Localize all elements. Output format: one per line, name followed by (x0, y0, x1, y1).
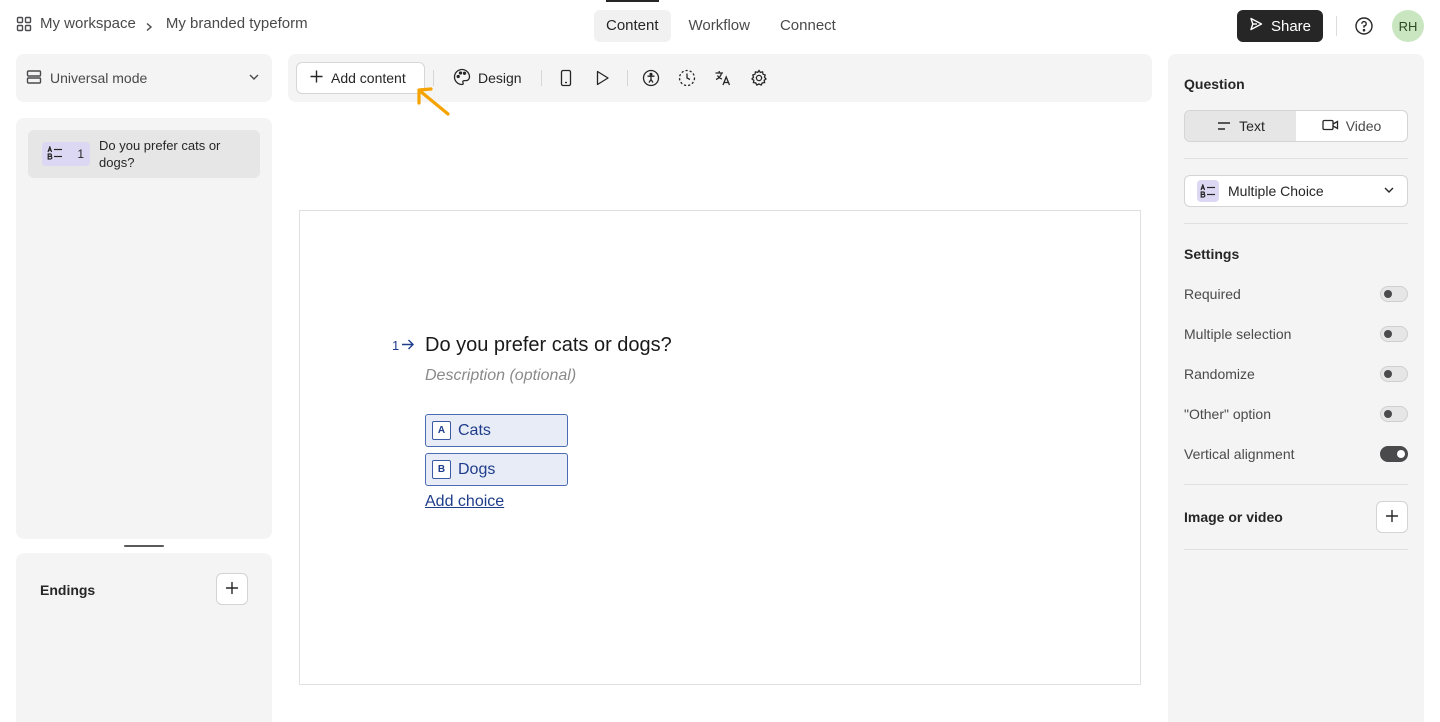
add-ending-button[interactable] (216, 573, 248, 605)
breadcrumb: My workspace My branded typeform (16, 15, 308, 32)
design-label: Design (478, 70, 522, 86)
other-option-toggle[interactable] (1380, 406, 1408, 422)
image-or-video-label: Image or video (1184, 509, 1283, 525)
setting-label: "Other" option (1184, 406, 1271, 422)
format-option-label: Video (1345, 118, 1382, 134)
tab-content[interactable]: Content (594, 0, 671, 42)
breadcrumb-workspace[interactable]: My workspace (40, 15, 136, 32)
chevron-down-icon (1383, 183, 1395, 199)
mode-label: Universal mode (50, 70, 148, 86)
add-image-or-video-button[interactable] (1376, 501, 1408, 533)
randomize-toggle[interactable] (1380, 366, 1408, 382)
mobile-preview-icon[interactable] (557, 69, 575, 87)
endings-title: Endings (40, 582, 96, 598)
panel-resize-handle[interactable] (124, 545, 164, 547)
send-icon (1249, 17, 1263, 35)
choice-option[interactable]: B Dogs (425, 453, 568, 486)
format-option-video[interactable]: Video (1296, 111, 1407, 141)
chevron-right-icon (144, 19, 154, 31)
question-list-label: Do you prefer cats or dogs? (99, 138, 221, 170)
setting-label: Required (1184, 286, 1241, 302)
add-choice-link[interactable]: Add choice (425, 493, 504, 511)
toolbar-divider (627, 70, 628, 86)
form-canvas (299, 210, 1141, 685)
question-type-badge: 1 (42, 142, 90, 166)
question-description-input[interactable]: Description (optional) (425, 367, 576, 385)
setting-randomize: Randomize (1184, 364, 1408, 384)
setting-label: Randomize (1184, 366, 1255, 382)
question-list-item[interactable]: 1 Do you prefer cats or dogs? (28, 130, 260, 178)
design-button[interactable]: Design (453, 62, 522, 94)
apps-grid-icon[interactable] (16, 16, 32, 32)
add-content-button[interactable]: Add content (296, 62, 425, 94)
panel-divider (1184, 158, 1408, 159)
toolbar-divider (541, 70, 542, 86)
question-number-indicator: 1 (392, 338, 415, 353)
share-button[interactable]: Share (1237, 10, 1323, 42)
avatar[interactable]: RH (1392, 10, 1424, 42)
required-toggle[interactable] (1380, 286, 1408, 302)
setting-other-option: "Other" option (1184, 404, 1408, 424)
chevron-down-icon (248, 70, 260, 86)
choice-label: Dogs (458, 460, 496, 478)
layout-icon (26, 69, 42, 88)
setting-label: Multiple selection (1184, 326, 1292, 342)
canvas-question-number: 1 (392, 338, 400, 353)
accessibility-icon[interactable] (642, 69, 660, 87)
choice-option[interactable]: A Cats (425, 414, 568, 447)
multiple-selection-toggle[interactable] (1380, 326, 1408, 342)
text-lines-icon (1216, 118, 1232, 134)
panel-divider (1184, 549, 1408, 550)
breadcrumb-form-name[interactable]: My branded typeform (166, 15, 308, 32)
choice-label: Cats (458, 421, 491, 439)
loading-icon[interactable] (678, 69, 696, 87)
plus-icon (310, 70, 323, 86)
video-camera-icon (1322, 118, 1339, 134)
question-format-toggle: Text Video (1184, 110, 1408, 142)
multiple-choice-icon (1197, 180, 1219, 202)
choice-key: B (432, 460, 451, 479)
translate-icon[interactable] (714, 69, 732, 87)
panel-divider (1184, 484, 1408, 485)
top-bar: My workspace My branded typeform Content… (0, 0, 1440, 52)
tab-workflow[interactable]: Workflow (677, 10, 762, 42)
format-option-text[interactable]: Text (1185, 111, 1296, 141)
question-type-select[interactable]: Multiple Choice (1184, 175, 1408, 207)
share-label: Share (1270, 17, 1312, 35)
multiple-choice-icon (47, 144, 63, 163)
play-icon[interactable] (593, 69, 611, 87)
question-type-label: Multiple Choice (1228, 183, 1324, 199)
question-title-input[interactable]: Do you prefer cats or dogs? (425, 334, 672, 357)
endings-panel: Endings (16, 553, 272, 722)
format-option-label: Text (1239, 118, 1265, 134)
add-content-label: Add content (331, 70, 406, 86)
plus-icon (225, 581, 239, 598)
gear-icon[interactable] (750, 69, 768, 87)
panel-divider (1184, 223, 1408, 224)
question-settings-panel: Question Text Video Multiple Choice Sett… (1168, 54, 1424, 722)
vertical-alignment-toggle[interactable] (1380, 446, 1408, 462)
arrow-right-icon (401, 338, 415, 353)
annotation-arrow-icon (417, 87, 450, 116)
header-divider (1336, 16, 1337, 36)
settings-heading: Settings (1184, 246, 1240, 262)
main-nav-tabs: Content Workflow Connect (594, 0, 848, 42)
tab-connect[interactable]: Connect (768, 10, 848, 42)
help-icon[interactable] (1354, 16, 1374, 36)
setting-multiple-selection: Multiple selection (1184, 324, 1408, 344)
mode-selector[interactable]: Universal mode (16, 54, 272, 102)
question-number: 1 (77, 147, 84, 161)
plus-icon (1385, 509, 1399, 526)
palette-icon (453, 68, 471, 89)
setting-vertical-alignment: Vertical alignment (1184, 444, 1408, 464)
question-list: 1 Do you prefer cats or dogs? (16, 118, 272, 539)
setting-label: Vertical alignment (1184, 446, 1295, 462)
question-heading: Question (1184, 76, 1245, 92)
setting-required: Required (1184, 284, 1408, 304)
choice-key: A (432, 421, 451, 440)
